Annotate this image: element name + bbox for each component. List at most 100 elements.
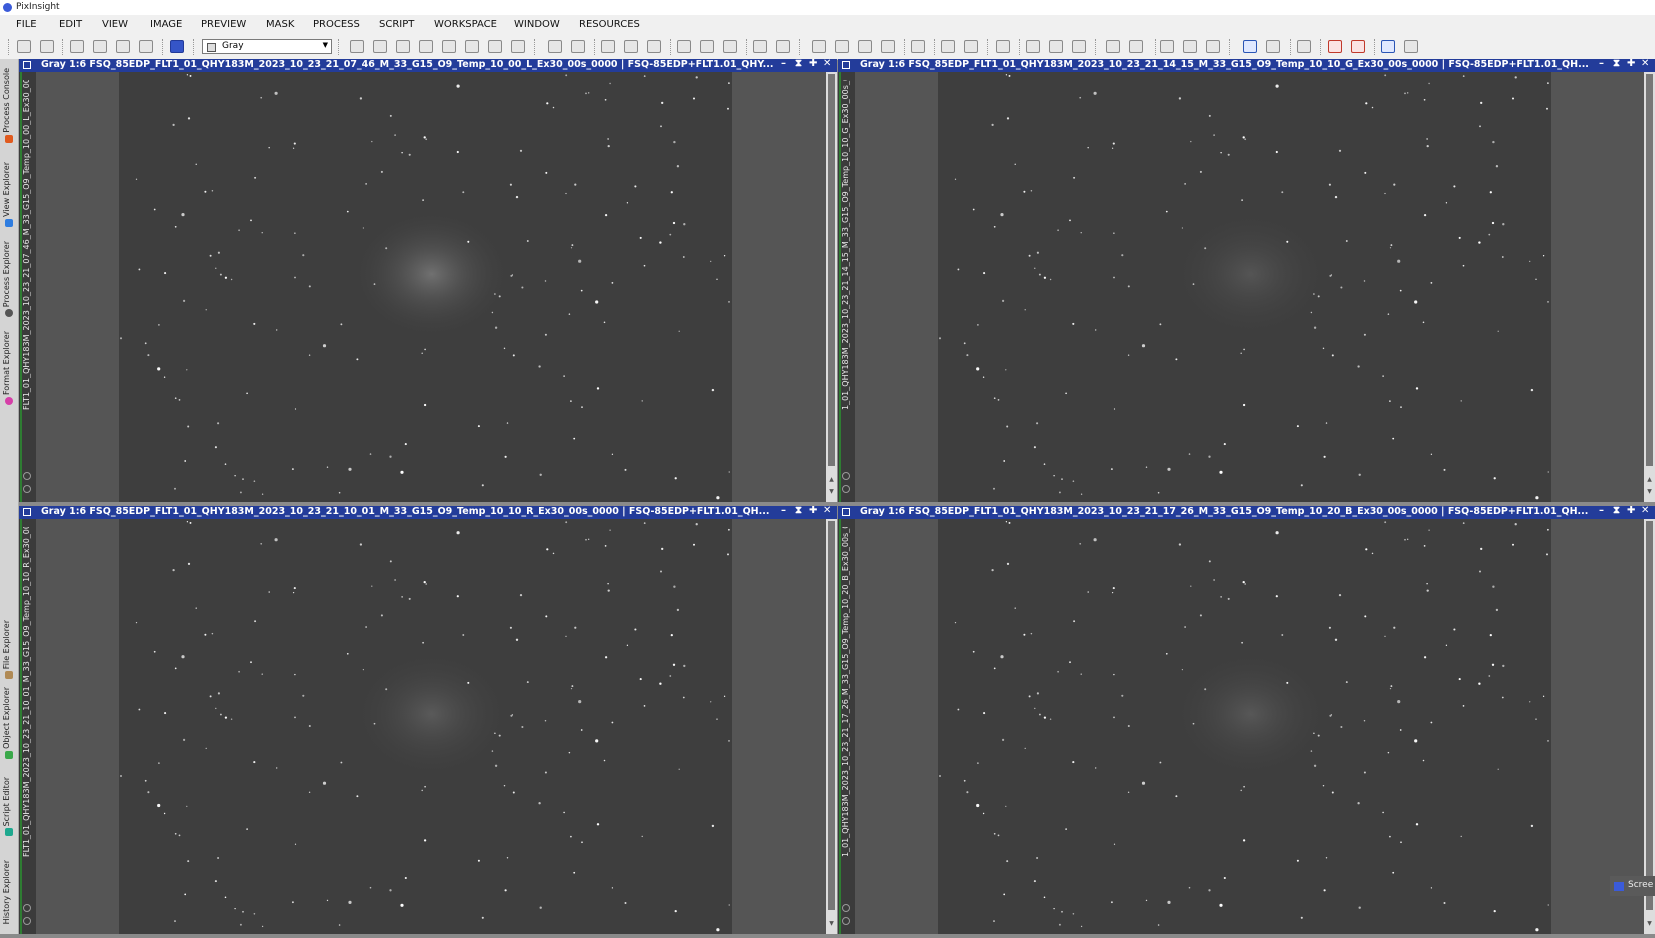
maximize-icon[interactable]: ✚ — [809, 59, 817, 69]
readout-mode-icon[interactable] — [350, 40, 364, 53]
close-icon[interactable]: ✕ — [823, 59, 831, 69]
zoom-to-fit-width-icon[interactable] — [647, 40, 661, 53]
new-preview-icon[interactable] — [465, 40, 479, 53]
menu-image[interactable]: IMAGE — [150, 19, 182, 30]
zoom-to-fit-icon[interactable] — [624, 40, 638, 53]
minimize-icon[interactable]: – — [781, 506, 786, 516]
vertical-scrollbar[interactable]: ▼ — [826, 519, 837, 934]
side-tool-icon[interactable] — [842, 904, 850, 912]
window-titlebar[interactable]: Gray 1:6 FSQ_85EDP_FLT1_01_QHY183M_2023_… — [19, 59, 837, 72]
workspace-settings-icon[interactable] — [1404, 40, 1418, 53]
image-canvas[interactable] — [36, 72, 826, 502]
menu-mask[interactable]: MASK — [266, 19, 294, 30]
close-icon[interactable]: ✕ — [1641, 59, 1649, 69]
minimize-icon[interactable]: – — [781, 59, 786, 69]
minimize-icon[interactable]: – — [1599, 59, 1604, 69]
zoom-1-1-icon[interactable] — [601, 40, 615, 53]
mask-show-icon[interactable] — [835, 40, 849, 53]
transparency-icon[interactable] — [1106, 40, 1120, 53]
menu-window[interactable]: WINDOW — [514, 19, 560, 30]
menu-process[interactable]: PROCESS — [313, 19, 360, 30]
close-icon[interactable]: ✕ — [823, 506, 831, 516]
tab-view-explorer[interactable]: View Explorer — [1, 145, 17, 227]
maximize-icon[interactable]: ✚ — [1627, 59, 1635, 69]
save-icon[interactable] — [116, 40, 130, 53]
side-tool-icon[interactable] — [842, 472, 850, 480]
zoom-in-icon[interactable] — [548, 40, 562, 53]
tab-object-explorer[interactable]: Object Explorer — [1, 679, 17, 759]
image-container-icon[interactable] — [1266, 40, 1280, 53]
tab-process-explorer[interactable]: Process Explorer — [1, 230, 17, 317]
image-window-red[interactable]: Gray 1:6 FSQ_85EDP_FLT1_01_QHY183M_2023_… — [19, 506, 837, 934]
script-icon[interactable] — [1206, 40, 1220, 53]
menu-edit[interactable]: EDIT — [59, 19, 82, 30]
zoom-out-mode-icon[interactable] — [396, 40, 410, 53]
scroll-down-icon[interactable]: ▼ — [827, 920, 836, 928]
zoom-mode-icon[interactable] — [373, 40, 387, 53]
scrollbar-thumb[interactable] — [828, 521, 835, 910]
open-url-icon[interactable] — [93, 40, 107, 53]
scroll-down-icon[interactable]: ▼ — [827, 488, 836, 496]
side-tool-icon[interactable] — [842, 917, 850, 925]
image-window-luminance[interactable]: Gray 1:6 FSQ_85EDP_FLT1_01_QHY183M_2023_… — [19, 59, 837, 502]
tab-file-explorer[interactable]: File Explorer — [1, 599, 17, 679]
side-tool-icon[interactable] — [842, 485, 850, 493]
screen-tab[interactable]: Scree — [1610, 876, 1655, 896]
pan-mode-icon[interactable] — [419, 40, 433, 53]
vertical-scrollbar[interactable]: ▲ ▼ — [1644, 72, 1655, 502]
window-titlebar[interactable]: Gray 1:6 FSQ_85EDP_FLT1_01_QHY183M_2023_… — [838, 506, 1655, 519]
view-selector[interactable]: Gray ▼ — [202, 39, 332, 54]
scroll-up-icon[interactable]: ▲ — [1645, 476, 1654, 484]
mask-enable-icon[interactable] — [812, 40, 826, 53]
menu-preview[interactable]: PREVIEW — [201, 19, 246, 30]
stf-icon[interactable] — [911, 40, 925, 53]
cascade-windows-icon[interactable] — [776, 40, 790, 53]
monitor-icon[interactable] — [1243, 40, 1257, 53]
color-management-icon[interactable] — [170, 40, 184, 53]
transparency-mode-icon[interactable] — [1129, 40, 1143, 53]
image-canvas[interactable] — [855, 72, 1644, 502]
shade-icon[interactable]: ⧗ — [795, 506, 802, 516]
star-field-image[interactable] — [855, 519, 1644, 934]
scroll-down-icon[interactable]: ▼ — [1645, 488, 1654, 496]
menu-file[interactable]: FILE — [16, 19, 37, 30]
minimize-icon[interactable]: – — [1599, 506, 1604, 516]
screen-close-icon[interactable] — [1351, 40, 1365, 53]
mask-remove-icon[interactable] — [881, 40, 895, 53]
channel-b-icon[interactable] — [996, 40, 1010, 53]
open-icon[interactable] — [70, 40, 84, 53]
workspace-screen-icon[interactable] — [1381, 40, 1395, 53]
undo-icon[interactable] — [17, 40, 31, 53]
star-field-image[interactable] — [36, 72, 826, 502]
menu-script[interactable]: SCRIPT — [379, 19, 414, 30]
process-icon[interactable] — [1183, 40, 1197, 53]
window-titlebar[interactable]: Gray 1:6 FSQ_85EDP_FLT1_01_QHY183M_2023_… — [838, 59, 1655, 72]
menu-workspace[interactable]: WORKSPACE — [434, 19, 497, 30]
screen-red-icon[interactable] — [1328, 40, 1342, 53]
center-mode-icon[interactable] — [442, 40, 456, 53]
lightness-icon[interactable] — [1026, 40, 1040, 53]
shade-icon[interactable]: ⧗ — [795, 59, 802, 69]
maximize-icon[interactable]: ✚ — [1627, 506, 1635, 516]
luminance-icon[interactable] — [1049, 40, 1063, 53]
scrollbar-thumb[interactable] — [1646, 521, 1653, 910]
maximize-icon[interactable]: ✚ — [809, 506, 817, 516]
scrollbar-thumb[interactable] — [828, 74, 835, 466]
edit-preview-icon[interactable] — [488, 40, 502, 53]
scroll-down-icon[interactable]: ▼ — [1645, 920, 1654, 928]
shade-icon[interactable]: ⧗ — [1613, 59, 1620, 69]
vertical-scrollbar[interactable]: ▲ ▼ — [826, 72, 837, 502]
mask-invert-icon[interactable] — [858, 40, 872, 53]
fit-view-icon[interactable] — [677, 40, 691, 53]
tab-history-explorer[interactable]: History Explorer — [1, 839, 17, 934]
explorer-icon[interactable] — [1160, 40, 1174, 53]
window-titlebar[interactable]: Gray 1:6 FSQ_85EDP_FLT1_01_QHY183M_2023_… — [19, 506, 837, 519]
channel-r-icon[interactable] — [941, 40, 955, 53]
side-tool-icon[interactable] — [23, 904, 31, 912]
vertical-scrollbar[interactable]: ▼ — [1644, 519, 1655, 934]
channel-g-icon[interactable] — [964, 40, 978, 53]
shade-icon[interactable]: ⧗ — [1613, 506, 1620, 516]
star-field-image[interactable] — [36, 519, 826, 934]
fit-window-icon[interactable] — [700, 40, 714, 53]
image-canvas[interactable] — [855, 519, 1644, 934]
